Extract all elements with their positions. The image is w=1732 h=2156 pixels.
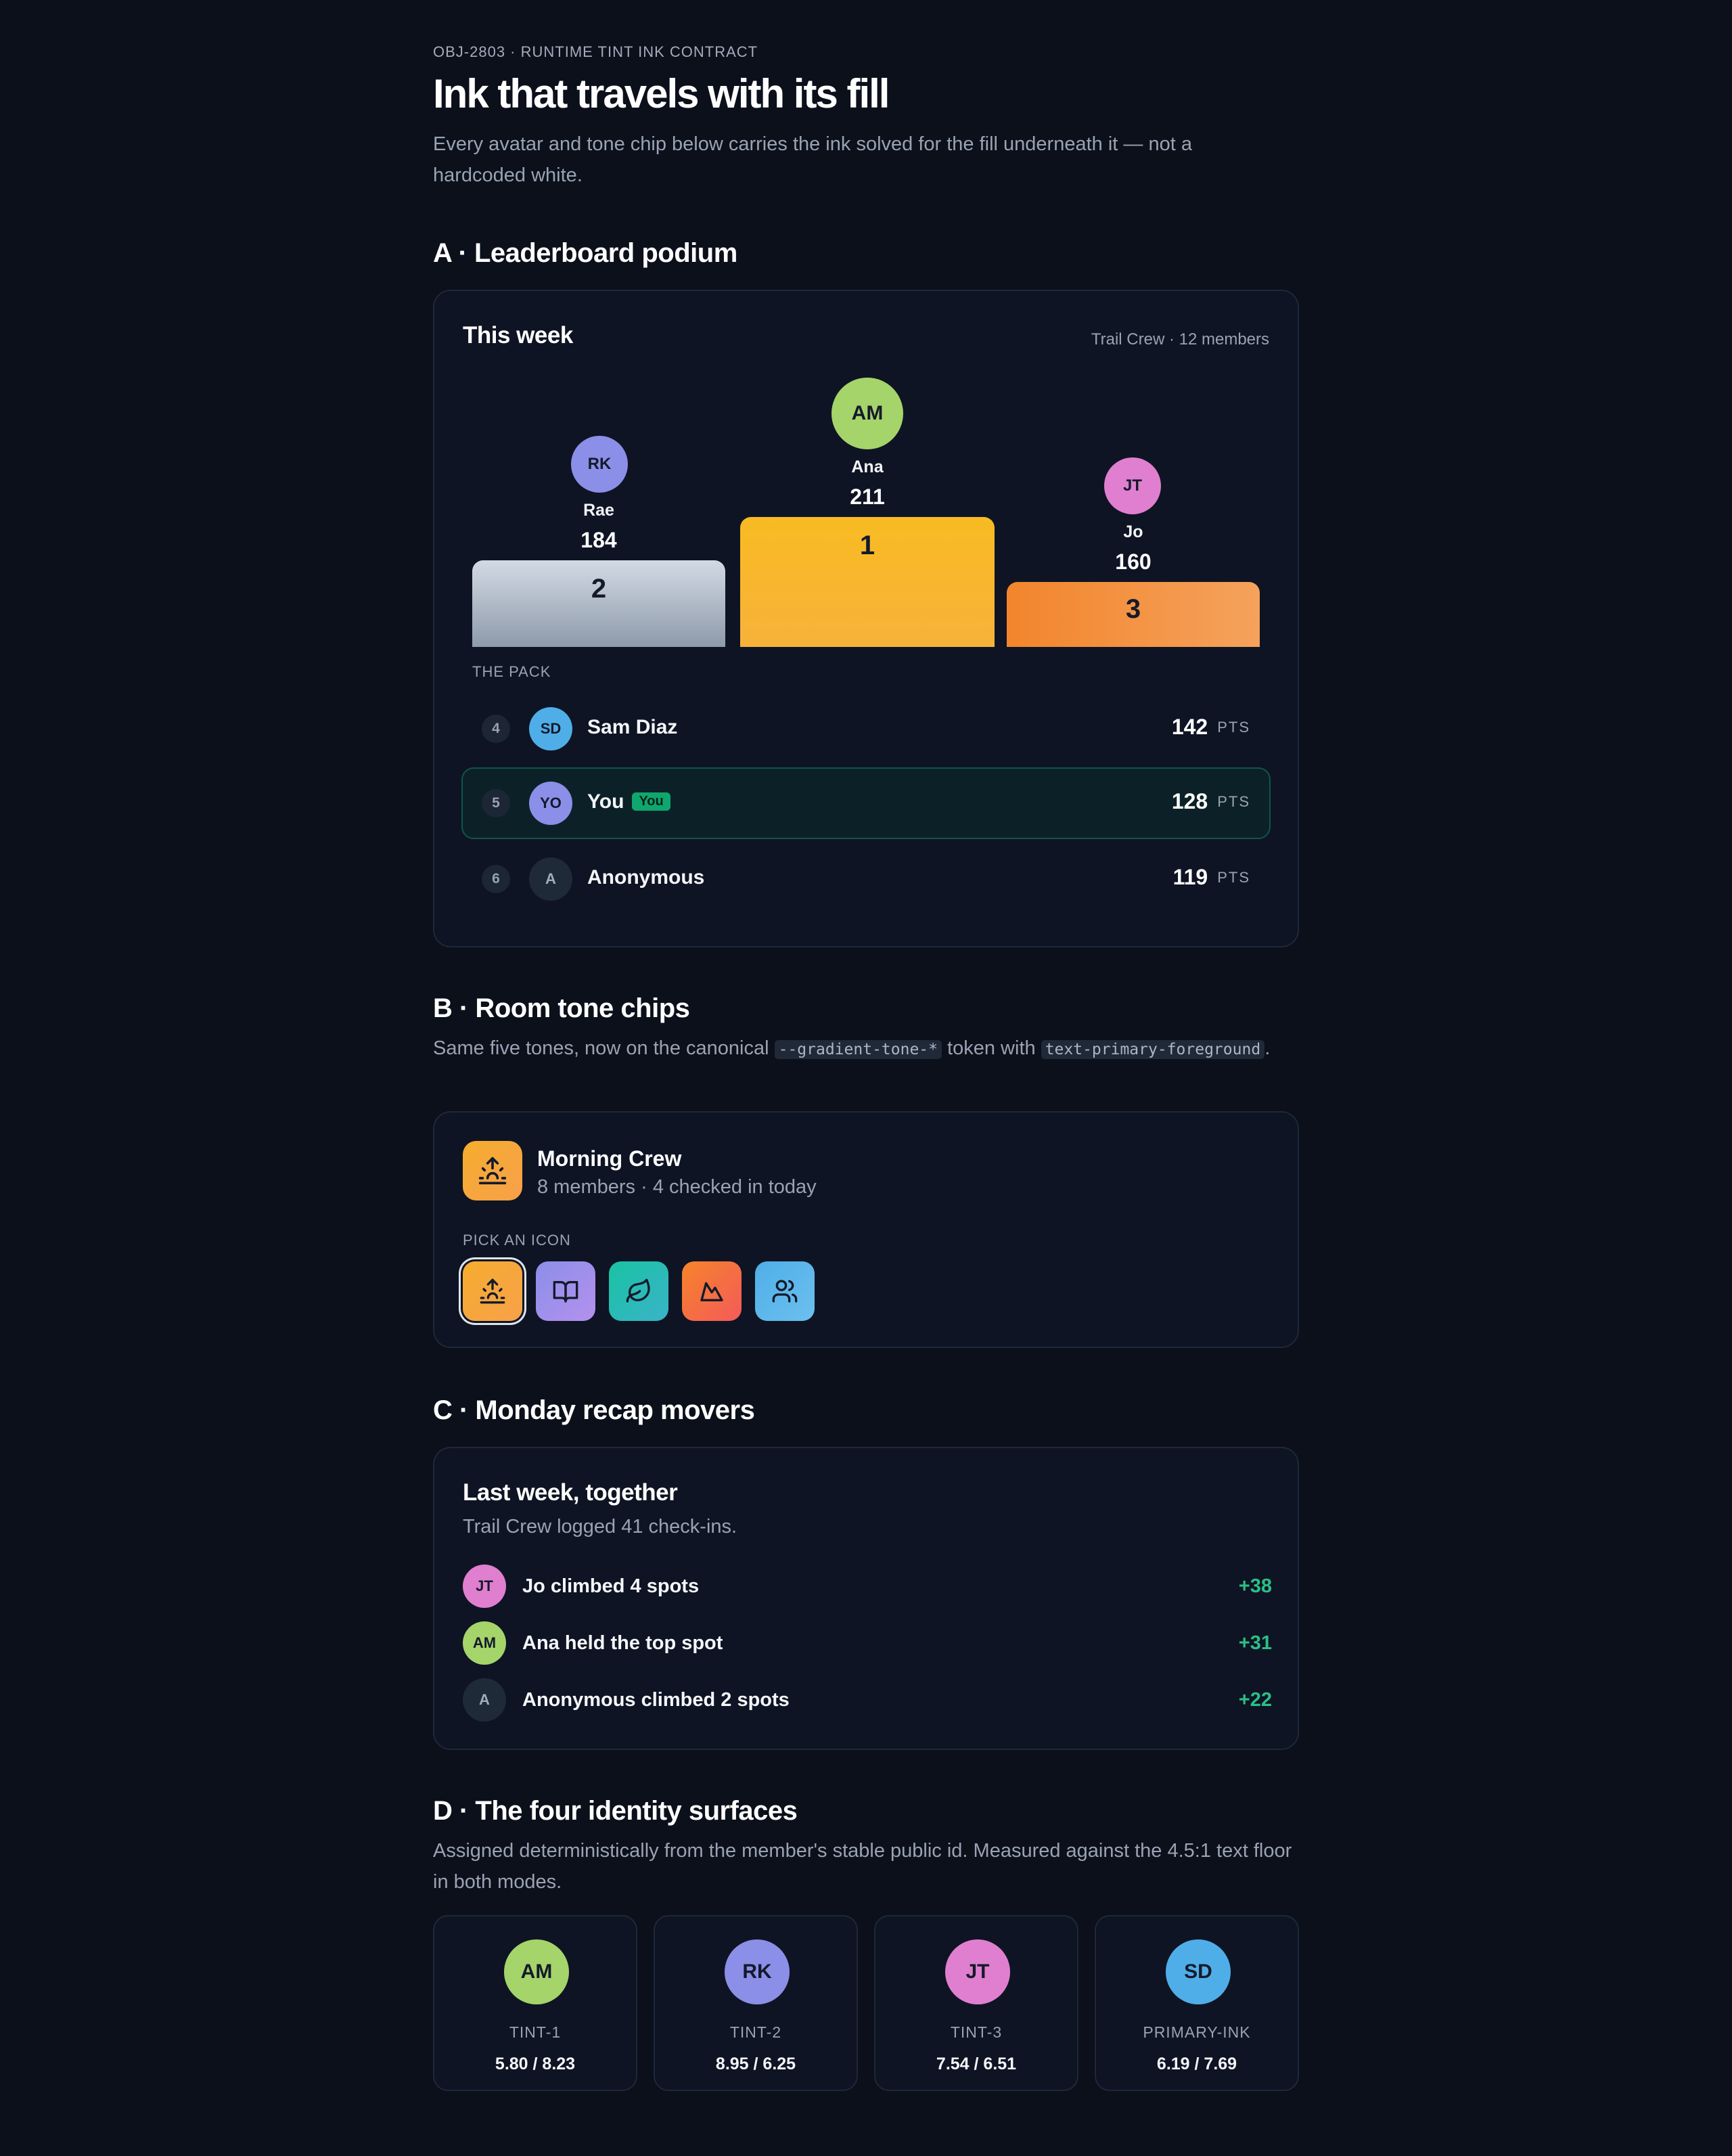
leaderboard-card: This week Trail Crew · 12 members RK Rae…: [433, 290, 1299, 947]
podium-name-2: Rae: [583, 501, 614, 520]
pack-label: THE PACK: [472, 663, 551, 680]
eyebrow: OBJ-2803 · RUNTIME TINT INK CONTRACT: [433, 43, 758, 60]
chip-mountain[interactable]: [682, 1261, 742, 1321]
member-points: 119 PTS: [1172, 865, 1250, 889]
identity-ratio: 8.95 / 6.25: [715, 2054, 796, 2073]
identity-card-primary-ink: SD PRIMARY-INK 6.19 / 7.69: [1095, 1915, 1299, 2091]
identity-name: PRIMARY-INK: [1143, 2023, 1251, 2041]
podium-points-2: 184: [580, 528, 617, 552]
leaderboard-meta: Trail Crew · 12 members: [1091, 330, 1269, 349]
pick-icon-label: PICK AN ICON: [463, 1232, 571, 1249]
section-b-title: B · Room tone chips: [433, 993, 690, 1023]
podium-avatar-2[interactable]: RK: [571, 436, 628, 493]
you-badge: You: [632, 792, 670, 811]
podium-points-3: 160: [1115, 549, 1152, 574]
section-a-title: A · Leaderboard podium: [433, 238, 737, 268]
avatar: A: [463, 1678, 506, 1722]
member-name: Sam Diaz: [587, 716, 678, 738]
mover-delta: +31: [1238, 1632, 1272, 1654]
avatar: RK: [725, 1939, 790, 2004]
list-item: A Anonymous climbed 2 spots +22: [463, 1678, 1272, 1722]
chip-book[interactable]: [536, 1261, 595, 1321]
identity-name: TINT-3: [950, 2023, 1003, 2041]
mountain-icon: [700, 1282, 723, 1301]
podium-block-1: 1: [740, 517, 995, 647]
identity-ratio: 6.19 / 7.69: [1156, 2054, 1237, 2073]
podium-avatar-1[interactable]: AM: [831, 378, 903, 449]
mover-text: Jo climbed 4 spots: [522, 1575, 700, 1597]
podium-name-1: Ana: [851, 457, 884, 476]
sunrise-icon: [463, 1141, 522, 1200]
podium-points-1: 211: [850, 485, 885, 509]
room-subtitle: 8 members · 4 checked in today: [537, 1176, 817, 1198]
mover-delta: +22: [1238, 1689, 1272, 1711]
member-name: Anonymous: [587, 866, 705, 889]
token-code: --gradient-tone-*: [774, 1040, 942, 1059]
chip-leaf[interactable]: [609, 1261, 668, 1321]
identity-ratio: 5.80 / 8.23: [495, 2054, 576, 2073]
movers-subtitle: Trail Crew logged 41 check-ins.: [463, 1516, 737, 1537]
pack-row[interactable]: 6 A Anonymous 119 PTS: [461, 843, 1271, 915]
member-points: 142 PTS: [1171, 715, 1250, 739]
users-icon: [772, 1280, 798, 1303]
list-item: JT Jo climbed 4 spots +38: [463, 1565, 1272, 1608]
rank-badge: 5: [482, 789, 510, 817]
identity-name: TINT-1: [509, 2023, 562, 2041]
leaderboard-title: This week: [463, 322, 573, 349]
pack-row[interactable]: 4 SD Sam Diaz 142 PTS: [461, 693, 1271, 765]
mover-delta: +38: [1238, 1575, 1272, 1597]
rank-badge: 6: [482, 865, 510, 893]
avatar: AM: [463, 1621, 506, 1665]
podium-avatar-3[interactable]: JT: [1104, 457, 1161, 514]
chip-sunrise[interactable]: [463, 1261, 522, 1321]
member-points: 128 PTS: [1171, 789, 1250, 813]
mover-text: Anonymous climbed 2 spots: [522, 1689, 790, 1711]
avatar: AM: [504, 1939, 569, 2004]
sunrise-icon: [480, 1278, 505, 1304]
rank-badge: 4: [482, 715, 510, 743]
identity-card-tint-1: AM TINT-1 5.80 / 8.23: [433, 1915, 637, 2091]
identity-card-tint-2: RK TINT-2 8.95 / 6.25: [654, 1915, 858, 2091]
podium-name-3: Jo: [1123, 522, 1143, 541]
identity-name: TINT-2: [729, 2023, 782, 2041]
section-d-title: D · The four identity surfaces: [433, 1796, 798, 1826]
pack-row-you[interactable]: 5 YO You You 128 PTS: [461, 767, 1271, 839]
token-code: text-primary-foreground: [1041, 1040, 1265, 1059]
leaf-icon: [626, 1278, 650, 1303]
room-card: Morning Crew 8 members · 4 checked in to…: [433, 1111, 1299, 1348]
page-title: Ink that travels with its fill: [433, 71, 890, 116]
avatar: SD: [529, 707, 572, 750]
avatar: JT: [945, 1939, 1010, 2004]
mover-text: Ana held the top spot: [522, 1632, 723, 1654]
avatar: SD: [1166, 1939, 1231, 2004]
podium-block-3: 3: [1007, 582, 1260, 647]
book-icon: [553, 1281, 578, 1303]
avatar: A: [529, 857, 572, 901]
podium-block-2: 2: [472, 560, 725, 647]
identity-ratio: 7.54 / 6.51: [936, 2054, 1017, 2073]
member-name: You You: [587, 790, 670, 813]
list-item: AM Ana held the top spot +31: [463, 1621, 1272, 1665]
section-d-subtitle: Assigned deterministically from the memb…: [433, 1840, 1292, 1893]
avatar: JT: [463, 1565, 506, 1608]
chip-users[interactable]: [755, 1261, 815, 1321]
movers-title: Last week, together: [463, 1479, 678, 1506]
section-c-title: C · Monday recap movers: [433, 1395, 755, 1425]
avatar: YO: [529, 782, 572, 825]
movers-card: Last week, together Trail Crew logged 41…: [433, 1447, 1299, 1750]
room-name: Morning Crew: [537, 1146, 682, 1171]
intro-text: Every avatar and tone chip below carries…: [433, 133, 1192, 186]
section-b-subtitle: Same five tones, now on the canonical --…: [433, 1037, 1271, 1059]
identity-card-tint-3: JT TINT-3 7.54 / 6.51: [874, 1915, 1078, 2091]
